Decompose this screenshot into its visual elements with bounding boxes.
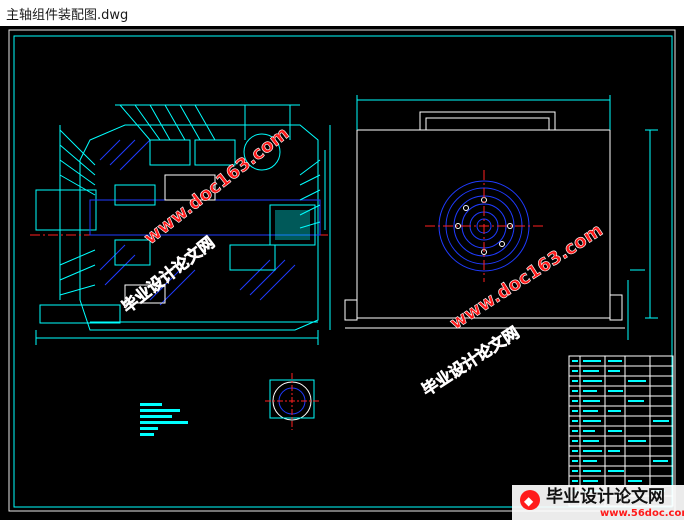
detail-view [265, 373, 320, 430]
window-titlebar: 主轴组件装配图.dwg [0, 0, 684, 26]
cad-drawing-canvas[interactable]: www.doc163.com 毕业设计论文网 www.doc163.com 毕业… [0, 26, 684, 520]
watermark-2: www.doc163.com 毕业设计论文网 [418, 219, 607, 400]
footer-site-url: www.56doc.com [600, 508, 684, 519]
technical-notes [140, 403, 188, 436]
cad-drawing-viewport[interactable]: www.doc163.com 毕业设计论文网 www.doc163.com 毕业… [0, 26, 684, 520]
outer-border [8, 29, 676, 512]
title-block [568, 355, 674, 507]
watermark-name-2: 毕业设计论文网 [418, 323, 522, 400]
svg-text:◆: ◆ [524, 494, 534, 508]
footer-watermark: ◆ 毕业设计论文网 www.56doc.com [512, 485, 684, 520]
footer-site-name: 毕业设计论文网 [546, 486, 665, 507]
watermark-url-2: www.doc163.com [446, 220, 606, 334]
watermark-name-1: 毕业设计论文网 [118, 233, 218, 317]
window-title: 主轴组件装配图.dwg [6, 8, 129, 23]
